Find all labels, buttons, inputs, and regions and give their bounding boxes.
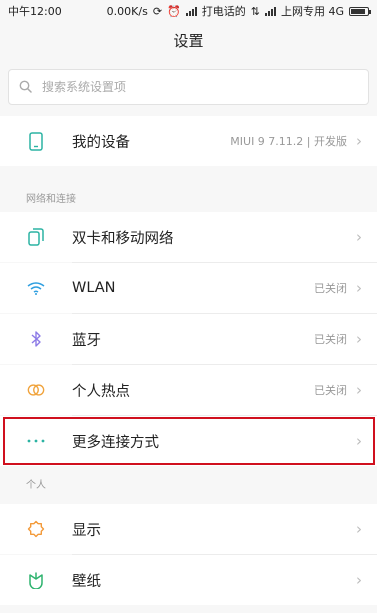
my-device-label: 我的设备 [72,134,130,151]
my-device-row[interactable]: 我的设备 MIUI 9 7.11.2 | 开发版 › [0,116,377,166]
search-box[interactable] [8,69,369,105]
sim-card-icon [27,228,45,246]
search-input[interactable] [42,80,342,94]
signal-2-icon [264,6,276,16]
status-time: 中午12:00 [8,5,62,18]
settings-row-bluetooth[interactable]: 蓝牙 已关闭 › [0,314,377,364]
call-label: 打电话的 [201,5,246,18]
chevron-right-icon: › [356,520,362,538]
bluetooth-status: 已关闭 [314,333,347,346]
chevron-right-icon: › [356,432,362,450]
section-header-personal-label: 个人 [26,480,46,491]
chevron-right-icon: › [356,228,362,246]
settings-row-hotspot[interactable]: 个人热点 已关闭 › [0,365,377,415]
status-bar: 中午12:00 0.00K/s ⟳ ⏰ 打电话的 ⇅ 上网专用 4G [0,0,377,22]
wlan-status: 已关闭 [314,282,347,295]
dual-sim-label: 双卡和移动网络 [72,230,174,247]
display-label: 显示 [72,522,101,539]
hotspot-label: 个人热点 [72,383,130,400]
section-header-personal: 个人 [0,466,377,498]
chevron-right-icon: › [356,279,362,297]
page-title: 设置 [173,32,204,50]
data-arrows-icon: ⇅ [250,4,260,18]
wifi-icon [27,279,45,297]
brightness-icon [27,520,45,538]
settings-row-more-connections[interactable]: 更多连接方式 › [0,416,377,466]
signal-icon [185,6,197,16]
chevron-right-icon: › [356,381,362,399]
alarm-icon: ⏰ [167,4,181,18]
search-icon [19,78,32,97]
settings-row-display[interactable]: 显示 › [0,504,377,554]
my-device-value: MIUI 9 7.11.2 | 开发版 [230,135,347,148]
hotspot-status: 已关闭 [314,384,347,397]
wallpaper-icon [27,571,45,589]
settings-row-dual-sim[interactable]: 双卡和移动网络 › [0,212,377,262]
battery-icon [349,6,371,16]
settings-row-wallpaper[interactable]: 壁纸 › [0,555,377,605]
chevron-right-icon: › [356,330,362,348]
phone-icon [27,131,45,151]
chevron-right-icon: › [356,571,362,589]
bluetooth-icon [27,330,45,348]
section-header-network: 网络和连接 [0,180,377,212]
status-right: 0.00K/s ⟳ ⏰ 打电话的 ⇅ 上网专用 4G [106,3,371,19]
sync-icon: ⟳ [152,4,163,18]
settings-row-wlan[interactable]: WLAN 已关闭 › [0,263,377,313]
carrier-label: 上网专用 4G [280,5,344,18]
network-speed: 0.00K/s [106,4,148,18]
wlan-label: WLAN [72,280,116,296]
section-header-network-label: 网络和连接 [26,194,76,205]
hotspot-icon [27,381,45,399]
bluetooth-label: 蓝牙 [72,332,101,349]
chevron-right-icon: › [356,132,362,150]
more-connections-label: 更多连接方式 [72,434,159,451]
wallpaper-label: 壁纸 [72,573,101,590]
more-dots-icon [27,432,45,450]
